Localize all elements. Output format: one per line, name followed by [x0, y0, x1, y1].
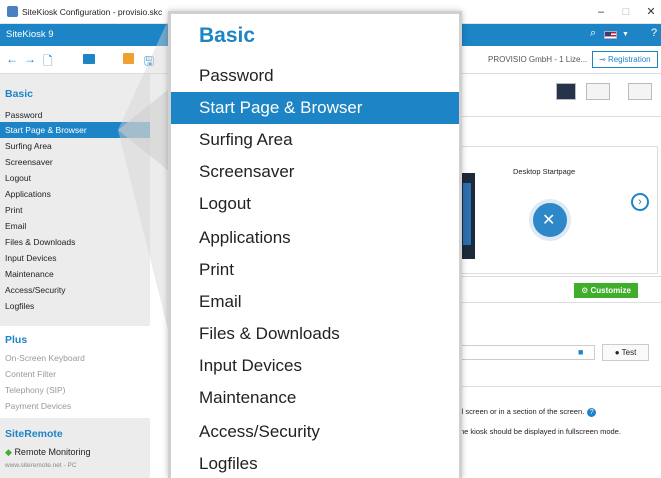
new-file-icon[interactable]: 🗋	[43, 52, 53, 73]
sidebar-plus-title: Plus	[5, 334, 28, 346]
sidebar-item-applications[interactable]: Applications	[0, 186, 150, 202]
startpage-card: Desktop Startpage ✕ ›	[460, 146, 658, 274]
help-icon[interactable]: ?	[587, 408, 597, 417]
sidebar-basic-section: Basic Password Start Page & Browser Surf…	[0, 74, 150, 326]
language-flag-icon[interactable]	[604, 31, 617, 39]
siteremote-url: www.siteremote.net - PC	[5, 462, 77, 469]
zoomed-basic-title: Basic	[199, 24, 256, 47]
sidebar-item-telephony[interactable]: Telephony (SIP)	[0, 382, 150, 398]
zoomed-basic-menu: Basic Password Start Page & Browser Surf…	[168, 11, 462, 478]
sidebar-item-remote-monitoring[interactable]: ◆ Remote Monitoring	[5, 447, 90, 458]
zoomed-item-screensaver[interactable]: Screensaver	[171, 156, 459, 188]
sidebar-item-password[interactable]: Password	[0, 107, 150, 123]
close-x-icon: ✕	[542, 212, 556, 229]
zoomed-item-email[interactable]: Email	[171, 286, 459, 318]
fullscreen-info: ll screen or in a section of the screen.…	[460, 407, 597, 417]
sidebar-basic-title: Basic	[5, 88, 34, 100]
divider	[460, 276, 661, 277]
zoomed-item-logout[interactable]: Logout	[171, 188, 459, 220]
help-icon[interactable]: ?	[651, 27, 657, 39]
divider	[460, 116, 661, 117]
forward-arrow-icon[interactable]: →	[24, 52, 36, 66]
sidebar-item-surfing-area[interactable]: Surfing Area	[0, 138, 150, 154]
sidebar-item-print[interactable]: Print	[0, 202, 150, 218]
tile-icon[interactable]	[556, 83, 576, 100]
zoomed-item-applications[interactable]: Applications	[171, 222, 459, 254]
sidebar-item-email[interactable]: Email	[0, 218, 150, 234]
sidebar-item-onscreen-keyboard[interactable]: On-Screen Keyboard	[0, 350, 150, 366]
zoomed-item-logfiles[interactable]: Logfiles	[171, 448, 459, 478]
close-button[interactable]: ✕	[642, 3, 660, 21]
sidebar-item-access-security[interactable]: Access/Security	[0, 282, 150, 298]
divider	[460, 302, 661, 303]
sidebar-siteremote-title: SiteRemote	[5, 428, 63, 440]
divider	[460, 386, 661, 387]
globe-icon: ●	[614, 348, 622, 357]
save-icon[interactable]	[123, 53, 134, 64]
key-icon: ⊸	[599, 55, 608, 64]
fullscreen-mode-info: he kiosk should be displayed in fullscre…	[460, 427, 621, 436]
sidebar-item-payment-devices[interactable]: Payment Devices	[0, 398, 150, 414]
license-info: PROVISIO GmbH - 1 Lize...	[488, 55, 588, 64]
app-name: SiteKiosk 9	[6, 29, 54, 40]
sidebar-item-content-filter[interactable]: Content Filter	[0, 366, 150, 382]
sidebar: Basic Password Start Page & Browser Surf…	[0, 74, 150, 478]
remote-monitoring-icon: ◆	[5, 447, 12, 457]
folder-icon[interactable]: ■	[578, 347, 583, 357]
customize-label: Customize	[590, 286, 631, 295]
sidebar-item-logfiles[interactable]: Logfiles	[0, 298, 150, 314]
tile-icon[interactable]	[628, 83, 652, 100]
registration-button[interactable]: ⊸ Registration	[592, 51, 658, 68]
back-arrow-icon[interactable]: ←	[6, 52, 18, 66]
open-folder-icon[interactable]	[83, 54, 95, 64]
zoomed-item-files-downloads[interactable]: Files & Downloads	[171, 318, 459, 350]
chevron-down-icon[interactable]: ▼	[622, 31, 629, 38]
sidebar-item-input-devices[interactable]: Input Devices	[0, 250, 150, 266]
remote-monitoring-label: Remote Monitoring	[14, 447, 91, 457]
previous-preview-screen	[463, 183, 471, 245]
start-url-input[interactable]	[460, 345, 595, 360]
maximize-button[interactable]: □	[617, 3, 635, 21]
save-as-icon[interactable]: 🖫	[144, 52, 154, 73]
zoomed-item-access-security[interactable]: Access/Security	[171, 416, 459, 448]
fullscreen-info-text: ll screen or in a section of the screen.	[460, 407, 585, 416]
sidebar-item-maintenance[interactable]: Maintenance	[0, 266, 150, 282]
test-button[interactable]: ● Test	[602, 344, 649, 361]
zoomed-item-maintenance[interactable]: Maintenance	[171, 382, 459, 414]
sidebar-plus-section: Plus On-Screen Keyboard Content Filter T…	[0, 326, 150, 418]
zoomed-item-print[interactable]: Print	[171, 254, 459, 286]
card-title: Desktop Startpage	[513, 167, 576, 176]
search-icon[interactable]: ⌕	[590, 27, 596, 40]
sidebar-siteremote-section: SiteRemote ◆ Remote Monitoring www.siter…	[0, 418, 150, 478]
customize-button[interactable]: ⚙ Customize	[574, 283, 638, 298]
zoomed-item-password[interactable]: Password	[171, 60, 459, 92]
tile-icon[interactable]	[586, 83, 610, 100]
registration-label: Registration	[607, 55, 651, 64]
sidebar-item-screensaver[interactable]: Screensaver	[0, 154, 150, 170]
zoomed-item-surfing-area[interactable]: Surfing Area	[171, 124, 459, 156]
minimize-button[interactable]: –	[592, 3, 610, 21]
sidebar-item-logout[interactable]: Logout	[0, 170, 150, 186]
test-label: Test	[621, 348, 637, 357]
app-icon	[7, 6, 18, 17]
sidebar-item-start-page[interactable]: Start Page & Browser	[0, 122, 150, 138]
sidebar-item-files-downloads[interactable]: Files & Downloads	[0, 234, 150, 250]
zoomed-item-input-devices[interactable]: Input Devices	[171, 350, 459, 382]
window-title: SiteKiosk Configuration - provisio.skc	[22, 7, 163, 17]
zoomed-item-start-page[interactable]: Start Page & Browser	[171, 92, 459, 124]
chevron-right-icon[interactable]: ›	[631, 193, 649, 211]
